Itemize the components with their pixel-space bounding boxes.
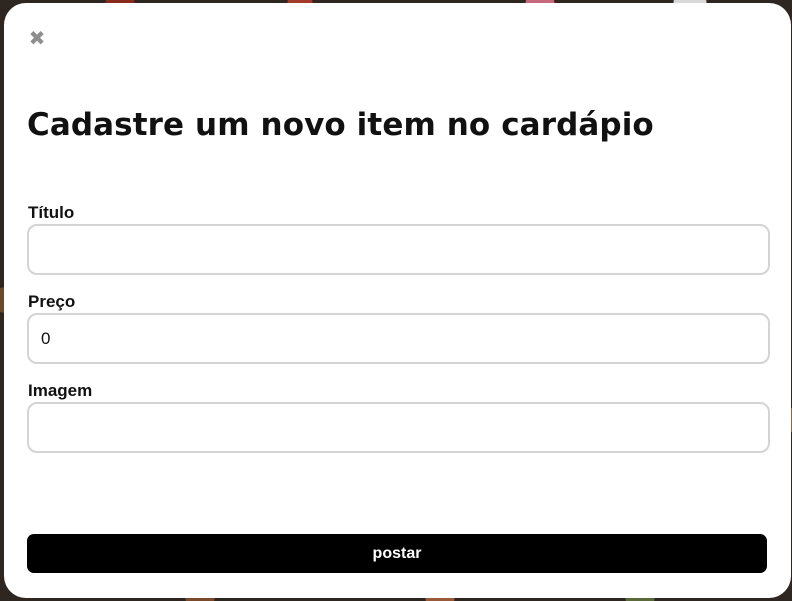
title-input[interactable] bbox=[27, 224, 770, 275]
close-icon[interactable]: ✖ bbox=[28, 28, 46, 48]
price-label: Preço bbox=[28, 292, 76, 311]
new-item-modal: ✖ Cadastre um novo item no cardápio Títu… bbox=[4, 3, 791, 598]
modal-title: Cadastre um novo item no cardápio bbox=[27, 107, 654, 143]
post-button[interactable]: postar bbox=[27, 534, 767, 573]
image-label: Imagem bbox=[28, 381, 93, 400]
image-input[interactable] bbox=[27, 402, 770, 453]
title-label: Título bbox=[28, 203, 75, 222]
price-input[interactable] bbox=[27, 313, 770, 364]
